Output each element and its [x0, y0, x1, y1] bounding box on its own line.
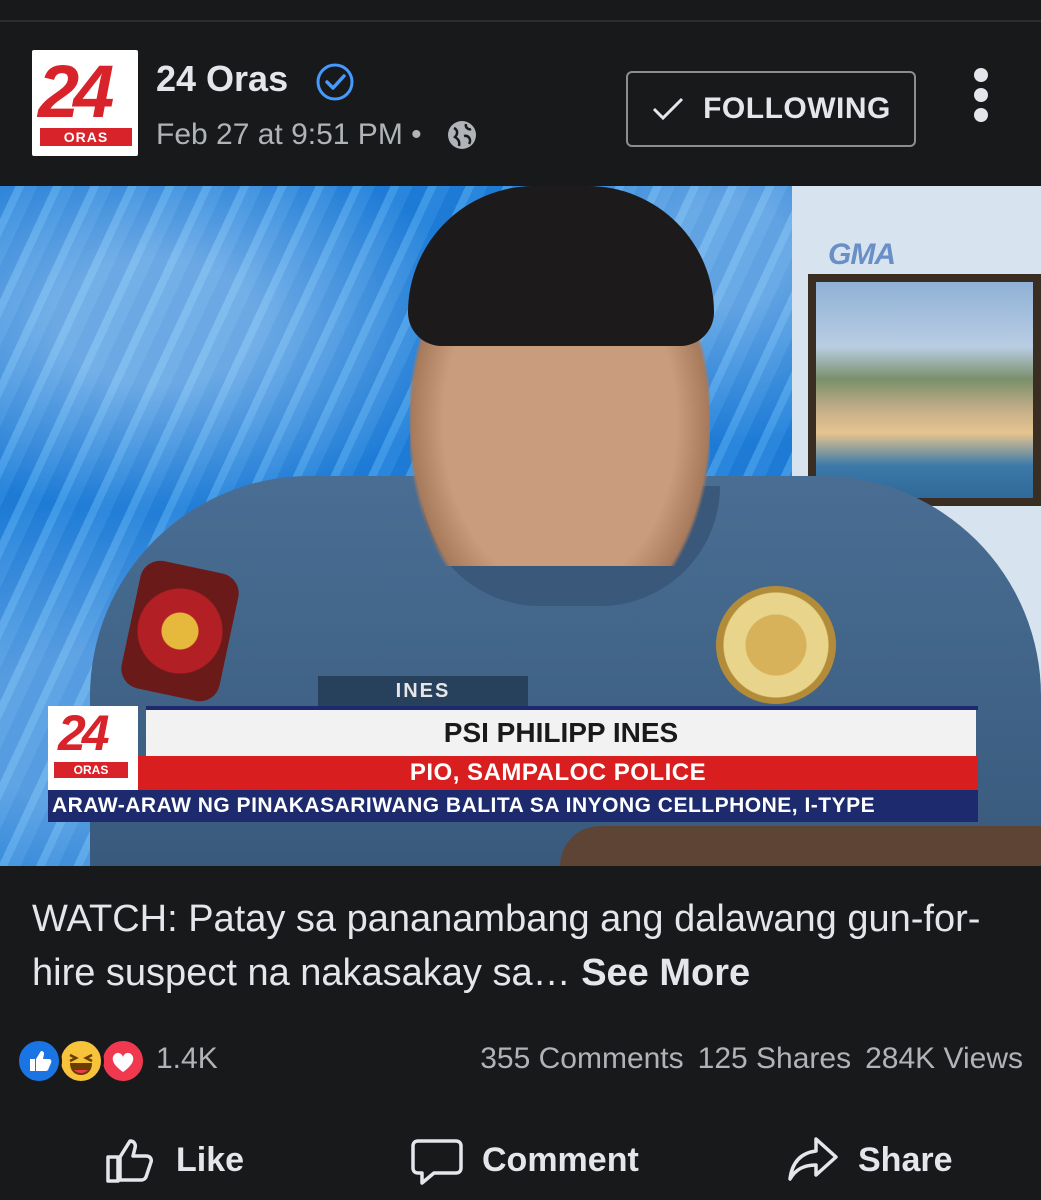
like-label: Like — [176, 1140, 245, 1179]
share-button[interactable]: Share — [786, 1130, 953, 1190]
show-logo-number: 24 — [58, 705, 110, 761]
share-arrow-icon — [788, 1137, 838, 1181]
verified-badge-icon — [316, 63, 354, 101]
show-logo-label: ORAS — [54, 762, 128, 778]
news-lower-third: 24 ORAS PSI PHILIPP INES PIO, SAMPALOC P… — [48, 705, 978, 824]
like-icon — [16, 1038, 62, 1084]
caption-text: WATCH: Patay sa pananambang ang dalawang… — [32, 898, 981, 994]
share-label: Share — [858, 1140, 953, 1179]
speaker-name: PSI PHILIPP INES — [146, 710, 976, 756]
comment-button[interactable]: Comment — [410, 1130, 639, 1190]
post-meta: Feb 27 at 9:51 PM • — [156, 118, 422, 152]
comment-bubble-icon — [411, 1139, 463, 1185]
thumbs-up-icon — [106, 1139, 153, 1183]
following-button[interactable]: FOLLOWING — [626, 71, 916, 147]
action-bar: Like Comment Share — [0, 1130, 1041, 1190]
avatar-logo-number: 24 — [38, 50, 114, 133]
reaction-icons[interactable] — [16, 1038, 146, 1084]
page-name-link[interactable]: 24 Oras — [156, 58, 288, 100]
reaction-count[interactable]: 1.4K — [156, 1042, 218, 1076]
post-timestamp[interactable]: Feb 27 at 9:51 PM — [156, 118, 403, 151]
globe-icon — [448, 121, 476, 149]
check-icon — [653, 97, 684, 121]
show-logo: 24 ORAS — [48, 705, 138, 790]
post-caption: WATCH: Patay sa pananambang ang dalawang… — [32, 892, 992, 1000]
see-more-link[interactable]: See More — [581, 952, 750, 994]
comment-label: Comment — [482, 1140, 639, 1179]
more-options-icon[interactable] — [966, 68, 996, 126]
news-ticker: ARAW-ARAW NG PINAKASARIWANG BALITA SA IN… — [48, 790, 978, 822]
channel-watermark: GMA — [828, 238, 896, 271]
views-count[interactable]: 284K Views — [865, 1042, 1023, 1076]
desk — [560, 826, 1041, 866]
following-label: FOLLOWING — [703, 92, 891, 125]
video-player[interactable]: GMA INES 24 ORAS PSI PHILIPP INES PIO, S… — [0, 186, 1041, 866]
love-icon — [100, 1038, 146, 1084]
meta-separator: • — [411, 118, 422, 151]
comments-count[interactable]: 355 Comments — [480, 1042, 683, 1076]
speaker-title: PIO, SAMPALOC POLICE — [138, 756, 978, 790]
police-badge — [716, 586, 836, 704]
haha-icon — [58, 1038, 104, 1084]
engagement-stats: 355 Comments 125 Shares 284K Views — [480, 1042, 1023, 1076]
page-avatar[interactable]: 24 ORAS — [32, 50, 138, 156]
shares-count[interactable]: 125 Shares — [698, 1042, 851, 1076]
uniform-nameplate: INES — [318, 676, 528, 706]
top-divider — [0, 20, 1041, 22]
like-button[interactable]: Like — [104, 1130, 244, 1190]
wall-painting — [808, 274, 1041, 506]
avatar-logo-label: ORAS — [40, 128, 132, 146]
